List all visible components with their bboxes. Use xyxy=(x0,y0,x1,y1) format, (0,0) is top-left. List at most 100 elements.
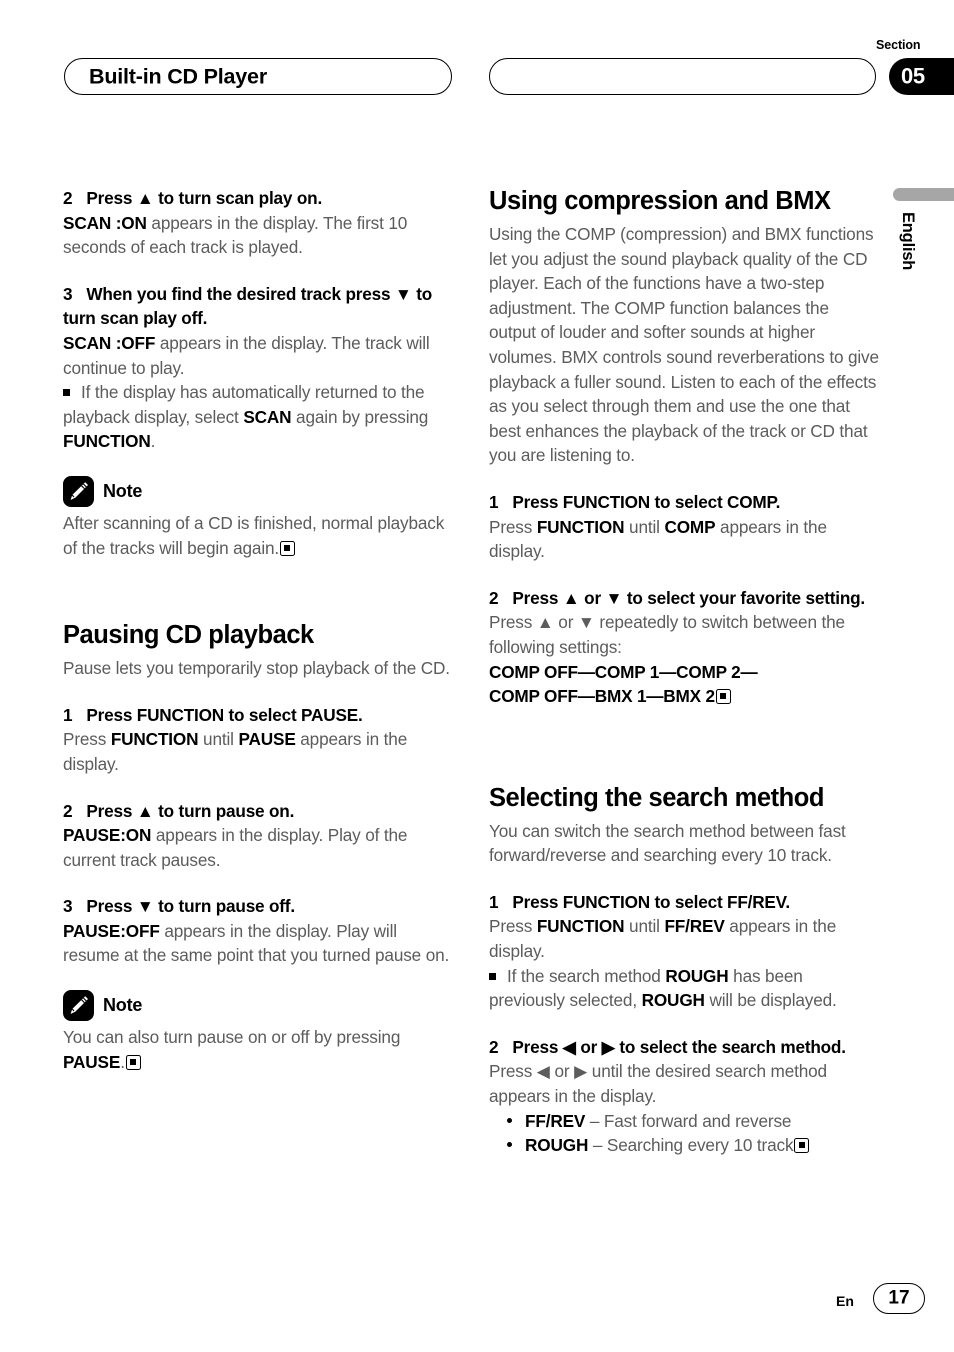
comp-step-1-heading: 1 Press FUNCTION to select COMP. xyxy=(489,490,879,515)
pause-step-3-body: PAUSE:OFF appears in the display. Play w… xyxy=(63,919,453,968)
comp-settings-line-1: COMP OFF—COMP 1—COMP 2— xyxy=(489,661,758,682)
right-column: Using compression and BMX Using the COMP… xyxy=(489,186,879,1158)
search-step-2: 2 Press ◀ or ▶ to select the search metho… xyxy=(489,1035,879,1158)
pencil-note-icon xyxy=(63,475,94,507)
compression-section: Using compression and BMX Using the COMP… xyxy=(489,186,879,468)
note-header: Note xyxy=(63,990,453,1022)
step-number: 2 xyxy=(489,1036,499,1057)
square-bullet-icon xyxy=(489,972,496,980)
option-term: FF/REV xyxy=(525,1110,586,1131)
chapter-title-pill: Built-in CD Player xyxy=(64,58,452,95)
pausing-section: Pausing CD playback Pause lets you tempo… xyxy=(63,620,453,681)
footer-language-code: En xyxy=(836,1293,854,1309)
body-part-1: Press xyxy=(489,516,537,537)
scan-step-2-heading: 2 Press ▲ to turn scan play on. xyxy=(63,186,453,211)
section-heading-compression: Using compression and BMX xyxy=(489,187,831,215)
pencil-icon-svg xyxy=(70,996,88,1015)
pencil-note-icon xyxy=(63,990,94,1022)
option-term: ROUGH xyxy=(525,1135,589,1156)
option-desc: – Fast forward and reverse xyxy=(585,1110,792,1131)
pause-step-2: 2 Press ▲ to turn pause on. PAUSE:ON appe… xyxy=(63,799,453,873)
note-block-2: Note You can also turn pause on or off b… xyxy=(63,990,453,1074)
display-code: FF/REV xyxy=(664,916,725,937)
comp-step-2-body: Press ▲ or ▼ repeatedly to switch betwee… xyxy=(489,612,845,657)
scan-step-3: 3 When you find the desired track press ▼… xyxy=(63,282,453,454)
page-number-pill: 17 xyxy=(873,1283,925,1314)
button-name: PAUSE xyxy=(63,1051,121,1072)
step-heading-text: When you find the desired track press ▼ … xyxy=(63,283,433,329)
search-section: Selecting the search method You can swit… xyxy=(489,783,879,868)
step-heading-text: Press FUNCTION to select COMP. xyxy=(512,491,781,512)
note-header: Note xyxy=(63,475,453,507)
step-heading-text: Press ◀ or ▶ to select the search method… xyxy=(512,1036,846,1057)
display-code: COMP xyxy=(664,516,716,537)
comp-step-2: 2 Press ▲ or ▼ to select your favorite se… xyxy=(489,586,879,709)
search-step-1-bullet: If the search method ROUGH has been prev… xyxy=(489,964,879,1013)
display-code: ROUGH xyxy=(665,965,729,986)
end-of-section-marker xyxy=(125,1054,141,1070)
note-2-text: You can also turn pause on or off by pre… xyxy=(63,1025,453,1074)
header-blank-pill xyxy=(489,58,876,95)
search-step-1: 1 Press FUNCTION to select FF/REV. Press … xyxy=(489,890,879,1013)
list-item: FF/REV – Fast forward and reverse xyxy=(489,1109,879,1134)
step-number: 2 xyxy=(489,587,499,608)
button-name: FUNCTION xyxy=(536,916,625,937)
bullet-part-3: will be displayed. xyxy=(704,990,837,1011)
step-number: 1 xyxy=(489,891,499,912)
list-item: ROUGH – Searching every 10 track xyxy=(489,1133,879,1158)
pencil-icon-svg xyxy=(70,482,88,500)
display-code: PAUSE:OFF xyxy=(63,920,160,941)
body-part-1: Press xyxy=(63,729,111,750)
note-label: Note xyxy=(103,995,143,1016)
search-step-2-heading: 2 Press ◀ or ▶ to select the search metho… xyxy=(489,1035,879,1060)
note-1-text: After scanning of a CD is finished, norm… xyxy=(63,511,453,560)
step-number: 2 xyxy=(63,800,73,821)
pause-step-2-body: PAUSE:ON appears in the display. Play of… xyxy=(63,823,453,872)
comp-step-1: 1 Press FUNCTION to select COMP. Press FU… xyxy=(489,490,879,564)
scan-step-2-body: SCAN :ON appears in the display. The fir… xyxy=(63,211,453,260)
note-text-part-1: You can also turn pause on or off by pre… xyxy=(63,1027,401,1048)
bullet-dot-icon xyxy=(507,1117,512,1123)
comp-step-1-body: Press FUNCTION until COMP appears in the… xyxy=(489,515,879,564)
step-number: 3 xyxy=(63,896,73,917)
square-bullet-icon xyxy=(63,389,70,397)
step-heading-text: Press FUNCTION to select PAUSE. xyxy=(86,704,363,725)
bullet-part-3: . xyxy=(150,431,156,452)
bullet-dot-icon xyxy=(507,1142,512,1148)
display-code: PAUSE:ON xyxy=(63,825,152,846)
note-label: Note xyxy=(103,480,143,501)
step-heading-text: Press ▲ to turn scan play on. xyxy=(86,188,323,208)
scan-step-3-body: SCAN :OFF appears in the display. The tr… xyxy=(63,331,453,380)
language-tab-bar xyxy=(893,188,954,201)
display-code: SCAN xyxy=(243,406,292,427)
bullet-part-2: again by pressing xyxy=(291,406,429,427)
body-part-2: until xyxy=(624,916,665,937)
button-name: FUNCTION xyxy=(536,516,625,537)
settings-text: COMP OFF—BMX 1—BMX 2 xyxy=(489,686,715,707)
end-of-section-marker xyxy=(715,689,731,705)
note-text: After scanning of a CD is finished, norm… xyxy=(63,512,445,558)
section-label: Section xyxy=(876,38,921,52)
body-part-1: Press xyxy=(489,916,537,937)
compression-intro: Using the COMP (compression) and BMX fun… xyxy=(489,224,879,466)
end-of-section-marker xyxy=(280,540,296,556)
step-heading-text: Press FUNCTION to select FF/REV. xyxy=(512,891,790,912)
pause-step-3-heading: 3 Press ▼ to turn pause off. xyxy=(63,894,453,919)
section-heading-pausing: Pausing CD playback xyxy=(63,621,314,650)
scan-step-2: 2 Press ▲ to turn scan play on. SCAN :ON … xyxy=(63,186,453,260)
comp-settings-line-2: COMP OFF—BMX 1—BMX 2 xyxy=(489,684,879,709)
pause-step-3: 3 Press ▼ to turn pause off. PAUSE:OFF ap… xyxy=(63,894,453,968)
left-column: 2 Press ▲ to turn scan play on. SCAN :ON … xyxy=(63,186,453,1096)
step-heading-text: Press ▲ to turn pause on. xyxy=(86,800,295,821)
step-number: 1 xyxy=(63,704,73,725)
page-number: 17 xyxy=(888,1287,910,1309)
note-text-part-2: . xyxy=(120,1051,125,1072)
language-tab-label: English xyxy=(899,212,917,271)
pausing-intro: Pause lets you temporarily stop playback… xyxy=(63,658,450,679)
pause-step-1: 1 Press FUNCTION to select PAUSE. Press F… xyxy=(63,703,453,777)
note-block-1: Note After scanning of a CD is finished,… xyxy=(63,475,453,560)
comp-step-2-heading: 2 Press ▲ or ▼ to select your favorite se… xyxy=(489,586,879,611)
page-title: Built-in CD Player xyxy=(89,63,267,88)
scan-step-3-heading: 3 When you find the desired track press ▼… xyxy=(63,282,453,331)
step-number: 3 xyxy=(63,283,73,304)
